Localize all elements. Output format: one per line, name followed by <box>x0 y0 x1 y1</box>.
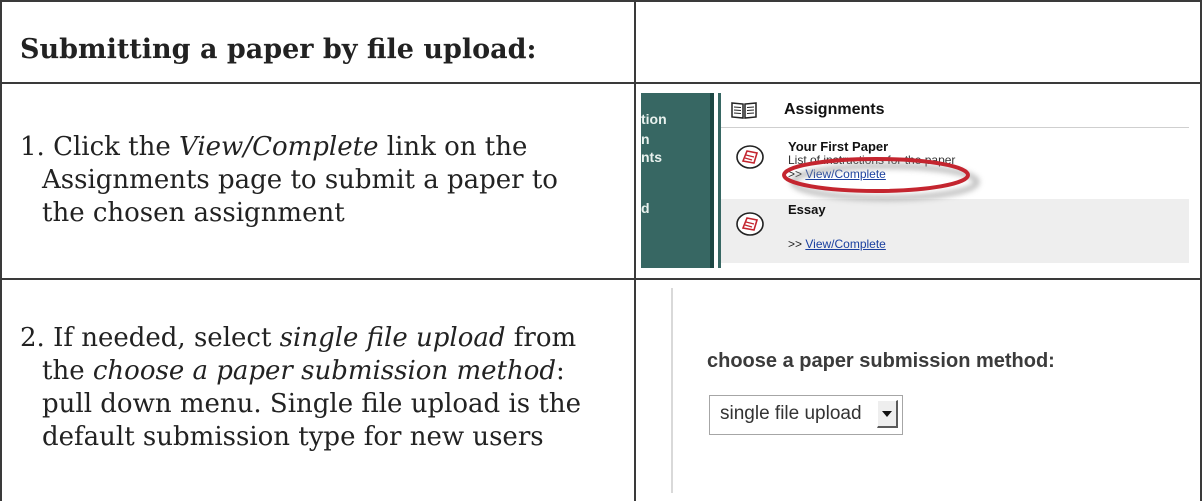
submission-method-select[interactable]: single file upload <box>709 395 903 435</box>
single-file-upload-emphasis: single file upload <box>279 323 506 353</box>
assignments-screenshot: tion n nts d Assignments Your First Pape… <box>641 93 1189 268</box>
submission-method-screenshot: choose a paper submission method: single… <box>641 288 1189 493</box>
step-1-line-3: the chosen assignment <box>42 198 345 228</box>
step-2-line-3: pull down menu. Single file upload is th… <box>42 389 581 419</box>
step-1-number: 1. <box>20 132 45 162</box>
table-border-top <box>0 0 1202 2</box>
submission-method-emphasis: choose a paper submission method <box>92 356 556 386</box>
step-1-line-2: Assignments page to submit a paper to <box>42 165 558 195</box>
step-2-line-2: the choose a paper submission method: <box>42 356 565 386</box>
panel-divider <box>671 288 673 493</box>
chevron-down-icon <box>882 411 892 417</box>
step-1-line-1: 1. Click the View/Complete link on the <box>20 132 528 162</box>
table-row-divider-1 <box>0 82 1202 84</box>
dropdown-arrow-button[interactable] <box>877 400 898 428</box>
submission-method-label: choose a paper submission method: <box>707 350 1055 372</box>
step-1-text: 1. Click the View/Complete link on the A… <box>2 131 612 230</box>
step-2-line-1: 2. If needed, select single file upload … <box>20 323 577 353</box>
table-column-divider <box>634 0 636 501</box>
section-title: Submitting a paper by file upload: <box>20 34 537 65</box>
highlight-ellipse <box>782 157 980 201</box>
table-row-divider-2 <box>0 278 1202 280</box>
step-2-line-4: default submission type for new users <box>42 422 544 452</box>
view-complete-emphasis: View/Complete <box>179 132 379 162</box>
select-value: single file upload <box>720 403 862 424</box>
step-2-number: 2. <box>20 323 45 353</box>
step-2-text: 2. If needed, select single file upload … <box>2 322 612 454</box>
